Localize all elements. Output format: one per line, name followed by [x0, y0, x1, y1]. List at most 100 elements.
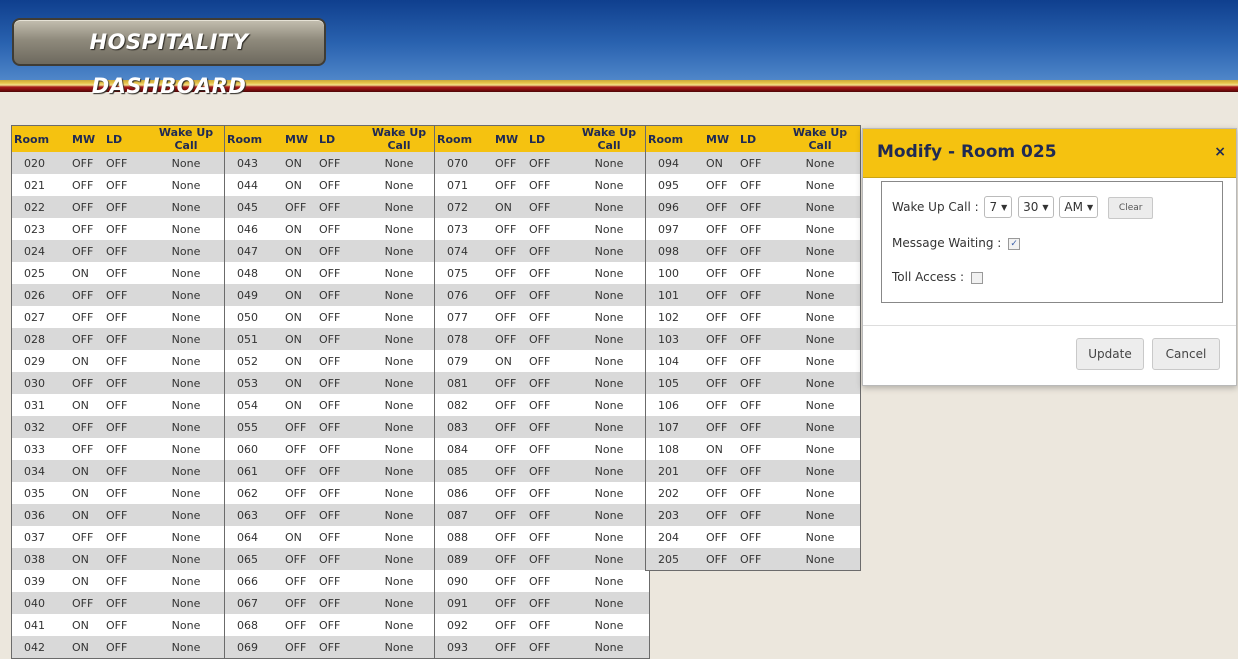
table-row[interactable]: 106 OFF OFF None: [645, 394, 861, 416]
table-row[interactable]: 037 OFF OFF None: [11, 526, 227, 548]
table-row[interactable]: 204 OFF OFF None: [645, 526, 861, 548]
table-row[interactable]: 097 OFF OFF None: [645, 218, 861, 240]
clear-button[interactable]: Clear: [1107, 196, 1154, 219]
table-row[interactable]: 201 OFF OFF None: [645, 460, 861, 482]
update-button[interactable]: Update: [1076, 338, 1144, 370]
table-row[interactable]: 062 OFF OFF None: [224, 482, 440, 504]
table-row[interactable]: 046 ON OFF None: [224, 218, 440, 240]
table-row[interactable]: 076 OFF OFF None: [434, 284, 650, 306]
table-row[interactable]: 079 ON OFF None: [434, 350, 650, 372]
table-row[interactable]: 026 OFF OFF None: [11, 284, 227, 306]
table-row[interactable]: 031 ON OFF None: [11, 394, 227, 416]
table-row[interactable]: 098 OFF OFF None: [645, 240, 861, 262]
table-row[interactable]: 205 OFF OFF None: [645, 548, 861, 571]
table-row[interactable]: 068 OFF OFF None: [224, 614, 440, 636]
message-waiting-checkbox[interactable]: ✓: [1008, 237, 1021, 250]
table-row[interactable]: 085 OFF OFF None: [434, 460, 650, 482]
toll-access-checkbox[interactable]: [970, 271, 983, 284]
table-row[interactable]: 054 ON OFF None: [224, 394, 440, 416]
table-row[interactable]: 052 ON OFF None: [224, 350, 440, 372]
table-row[interactable]: 039 ON OFF None: [11, 570, 227, 592]
table-row[interactable]: 087 OFF OFF None: [434, 504, 650, 526]
table-row[interactable]: 069 OFF OFF None: [224, 636, 440, 659]
table-row[interactable]: 077 OFF OFF None: [434, 306, 650, 328]
table-row[interactable]: 045 OFF OFF None: [224, 196, 440, 218]
table-row[interactable]: 075 OFF OFF None: [434, 262, 650, 284]
table-row[interactable]: 025 ON OFF None: [11, 262, 227, 284]
ampm-select[interactable]: AM ▼: [1059, 196, 1099, 218]
table-row[interactable]: 047 ON OFF None: [224, 240, 440, 262]
table-row[interactable]: 034 ON OFF None: [11, 460, 227, 482]
table-row[interactable]: 036 ON OFF None: [11, 504, 227, 526]
table-row[interactable]: 032 OFF OFF None: [11, 416, 227, 438]
table-row[interactable]: 070 OFF OFF None: [434, 152, 650, 174]
table-row[interactable]: 093 OFF OFF None: [434, 636, 650, 659]
table-row[interactable]: 022 OFF OFF None: [11, 196, 227, 218]
table-row[interactable]: 102 OFF OFF None: [645, 306, 861, 328]
table-row[interactable]: 067 OFF OFF None: [224, 592, 440, 614]
table-row[interactable]: 021 OFF OFF None: [11, 174, 227, 196]
ld-status: OFF: [740, 284, 780, 306]
room-number: 073: [434, 218, 495, 240]
table-row[interactable]: 107 OFF OFF None: [645, 416, 861, 438]
hour-select[interactable]: 7 ▼: [984, 196, 1013, 218]
minute-select[interactable]: 30 ▼: [1018, 196, 1054, 218]
table-row[interactable]: 089 OFF OFF None: [434, 548, 650, 570]
table-row[interactable]: 074 OFF OFF None: [434, 240, 650, 262]
table-row[interactable]: 049 ON OFF None: [224, 284, 440, 306]
table-row[interactable]: 095 OFF OFF None: [645, 174, 861, 196]
table-row[interactable]: 086 OFF OFF None: [434, 482, 650, 504]
table-row[interactable]: 202 OFF OFF None: [645, 482, 861, 504]
table-row[interactable]: 091 OFF OFF None: [434, 592, 650, 614]
table-row[interactable]: 055 OFF OFF None: [224, 416, 440, 438]
table-row[interactable]: 042 ON OFF None: [11, 636, 227, 659]
table-row[interactable]: 027 OFF OFF None: [11, 306, 227, 328]
table-row[interactable]: 044 ON OFF None: [224, 174, 440, 196]
table-row[interactable]: 073 OFF OFF None: [434, 218, 650, 240]
table-row[interactable]: 064 ON OFF None: [224, 526, 440, 548]
table-row[interactable]: 103 OFF OFF None: [645, 328, 861, 350]
table-row[interactable]: 104 OFF OFF None: [645, 350, 861, 372]
table-row[interactable]: 030 OFF OFF None: [11, 372, 227, 394]
table-row[interactable]: 101 OFF OFF None: [645, 284, 861, 306]
cancel-button[interactable]: Cancel: [1152, 338, 1220, 370]
table-row[interactable]: 040 OFF OFF None: [11, 592, 227, 614]
table-row[interactable]: 063 OFF OFF None: [224, 504, 440, 526]
table-row[interactable]: 043 ON OFF None: [224, 152, 440, 174]
table-row[interactable]: 038 ON OFF None: [11, 548, 227, 570]
table-row[interactable]: 066 OFF OFF None: [224, 570, 440, 592]
table-row[interactable]: 050 ON OFF None: [224, 306, 440, 328]
table-row[interactable]: 060 OFF OFF None: [224, 438, 440, 460]
table-row[interactable]: 108 ON OFF None: [645, 438, 861, 460]
table-row[interactable]: 061 OFF OFF None: [224, 460, 440, 482]
table-row[interactable]: 105 OFF OFF None: [645, 372, 861, 394]
table-row[interactable]: 041 ON OFF None: [11, 614, 227, 636]
table-row[interactable]: 078 OFF OFF None: [434, 328, 650, 350]
table-row[interactable]: 028 OFF OFF None: [11, 328, 227, 350]
table-row[interactable]: 094 ON OFF None: [645, 152, 861, 174]
table-row[interactable]: 072 ON OFF None: [434, 196, 650, 218]
table-row[interactable]: 029 ON OFF None: [11, 350, 227, 372]
table-row[interactable]: 083 OFF OFF None: [434, 416, 650, 438]
table-row[interactable]: 024 OFF OFF None: [11, 240, 227, 262]
table-row[interactable]: 020 OFF OFF None: [11, 152, 227, 174]
table-row[interactable]: 065 OFF OFF None: [224, 548, 440, 570]
close-icon[interactable]: ×: [1214, 144, 1226, 160]
table-row[interactable]: 092 OFF OFF None: [434, 614, 650, 636]
table-row[interactable]: 082 OFF OFF None: [434, 394, 650, 416]
table-row[interactable]: 035 ON OFF None: [11, 482, 227, 504]
table-row[interactable]: 048 ON OFF None: [224, 262, 440, 284]
table-row[interactable]: 071 OFF OFF None: [434, 174, 650, 196]
table-row[interactable]: 088 OFF OFF None: [434, 526, 650, 548]
ld-status: OFF: [740, 196, 780, 218]
table-row[interactable]: 051 ON OFF None: [224, 328, 440, 350]
table-row[interactable]: 096 OFF OFF None: [645, 196, 861, 218]
table-row[interactable]: 033 OFF OFF None: [11, 438, 227, 460]
table-row[interactable]: 100 OFF OFF None: [645, 262, 861, 284]
table-row[interactable]: 084 OFF OFF None: [434, 438, 650, 460]
table-row[interactable]: 023 OFF OFF None: [11, 218, 227, 240]
table-row[interactable]: 203 OFF OFF None: [645, 504, 861, 526]
table-row[interactable]: 053 ON OFF None: [224, 372, 440, 394]
table-row[interactable]: 081 OFF OFF None: [434, 372, 650, 394]
table-row[interactable]: 090 OFF OFF None: [434, 570, 650, 592]
